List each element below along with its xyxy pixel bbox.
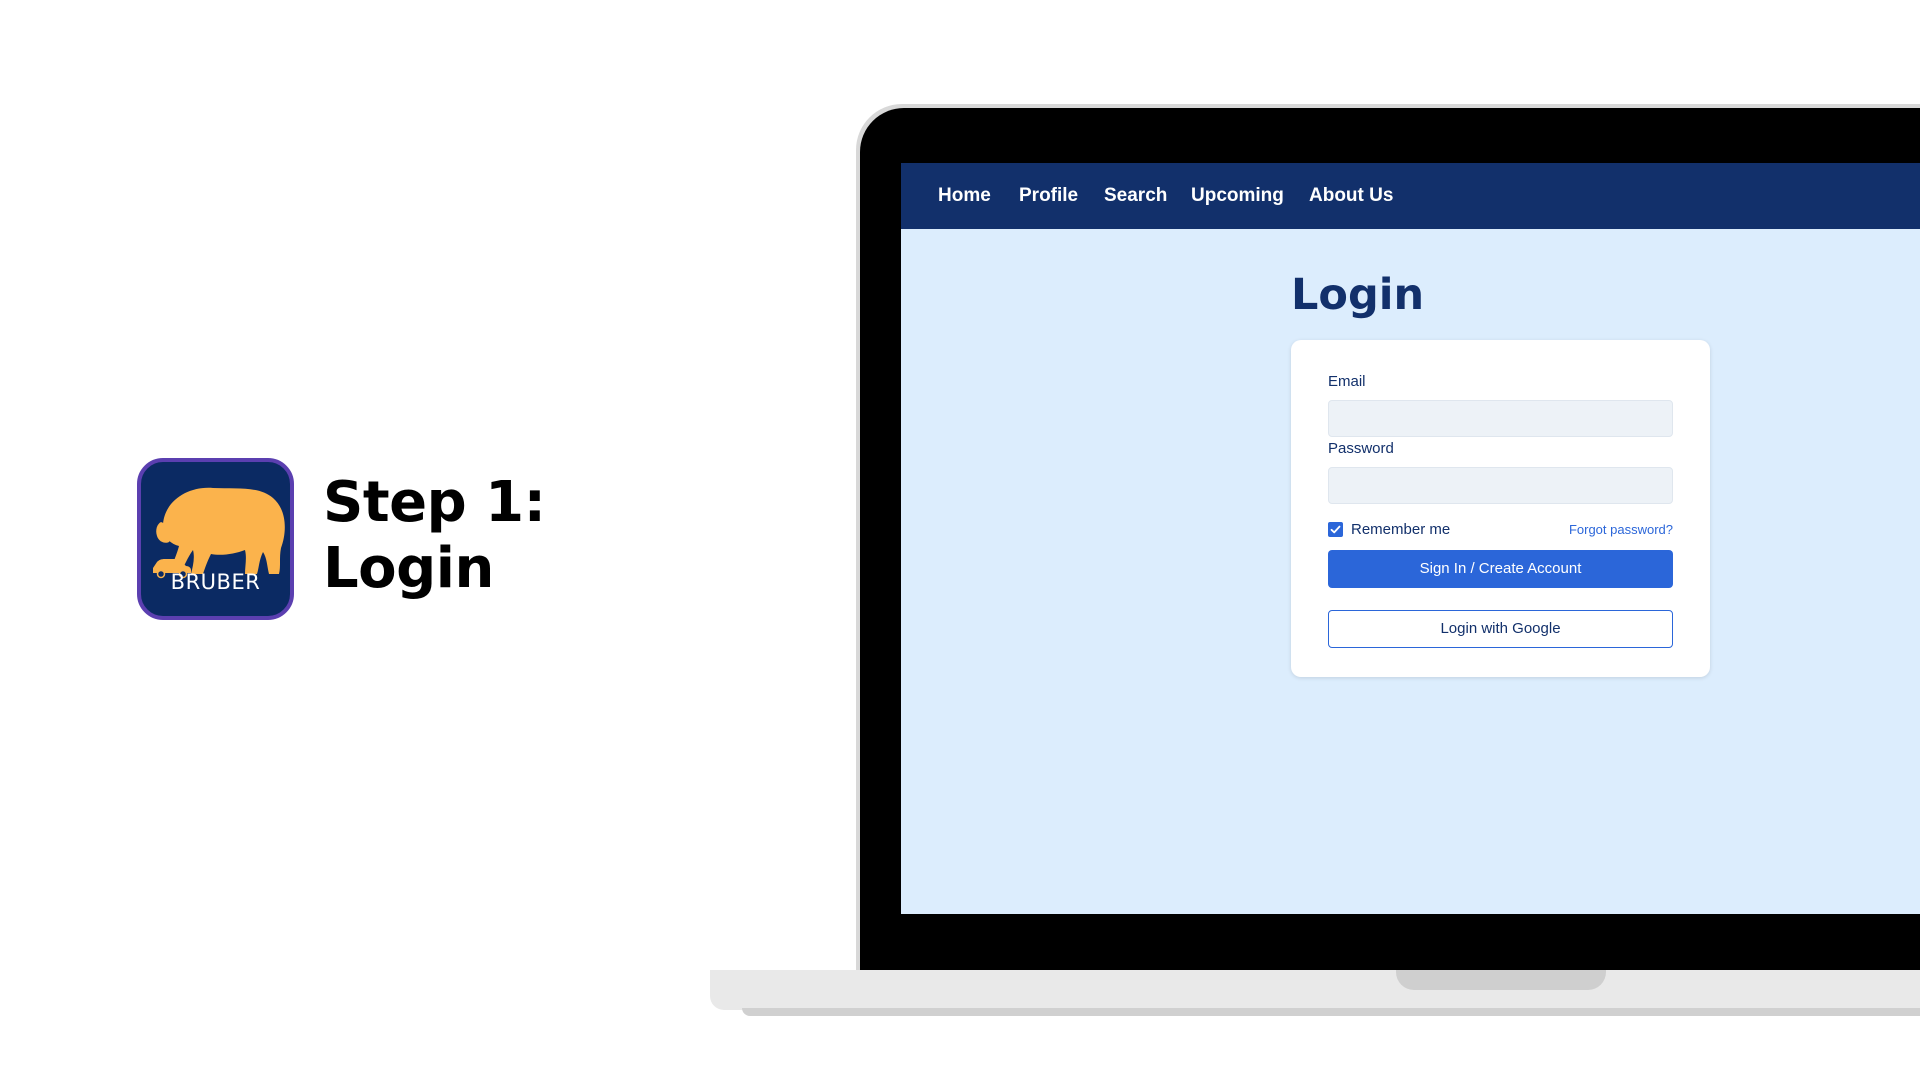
nav-upcoming[interactable]: Upcoming [1191,163,1284,229]
check-icon [1330,525,1341,533]
google-login-button[interactable]: Login with Google [1328,610,1673,648]
nav-search[interactable]: Search [1104,163,1167,229]
forgot-password-link[interactable]: Forgot password? [1569,522,1673,537]
nav-about-us[interactable]: About Us [1309,163,1393,229]
password-field[interactable] [1328,467,1673,504]
remember-me-checkbox[interactable] [1328,521,1343,537]
login-card: Email Password Remember me Forgot passwo… [1291,340,1710,677]
laptop-base [710,970,1920,1010]
laptop-screen: Home Profile Search Upcoming About Us Lo… [901,163,1920,914]
sign-in-button[interactable]: Sign In / Create Account [1328,550,1673,588]
app-icon: BRUBER [137,458,294,620]
email-label: Email [1328,373,1366,390]
page-title: Login [1291,270,1425,320]
laptop-notch [1396,970,1606,990]
step-title-line2: Login [323,536,494,601]
step-title: Step 1: Login [323,470,643,602]
email-field[interactable] [1328,400,1673,437]
app-name: BRUBER [170,570,261,594]
navbar: Home Profile Search Upcoming About Us [901,163,1920,229]
bear-car-icon [153,487,285,579]
step-title-line1: Step 1: [323,470,546,535]
remember-me[interactable]: Remember me [1328,520,1450,538]
nav-home[interactable]: Home [938,163,991,229]
laptop-base-shadow [742,1008,1920,1016]
remember-me-label: Remember me [1351,520,1451,538]
password-label: Password [1328,440,1394,457]
nav-profile[interactable]: Profile [1019,163,1078,229]
